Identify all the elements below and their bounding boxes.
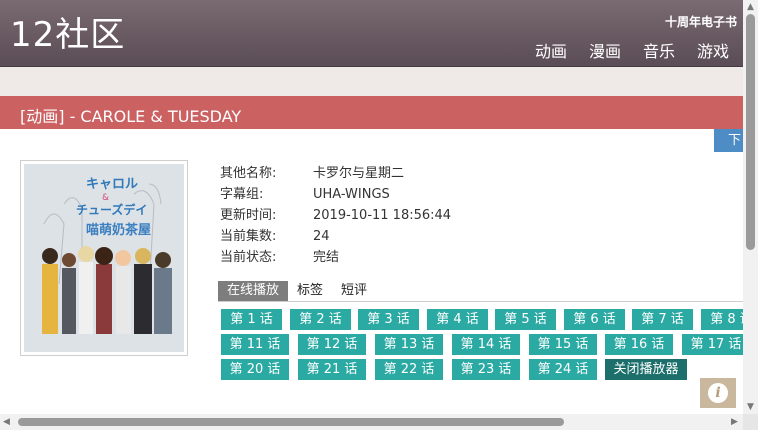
- info-icon: i: [708, 383, 728, 403]
- info-button[interactable]: i: [700, 378, 736, 408]
- detail-value: 2019-10-11 18:56:44: [313, 208, 452, 223]
- site-header: 12社区 十周年电子书 动画 漫画 音乐 游戏: [0, 0, 743, 67]
- detail-list: 其他名称: 卡罗尔与星期二 字幕组: UHA-WINGS 更新时间: 2019-…: [220, 163, 451, 268]
- detail-row: 其他名称: 卡罗尔与星期二: [220, 163, 451, 184]
- detail-label: 当前状态:: [220, 250, 277, 265]
- detail-value: 24: [313, 229, 330, 244]
- episode-button[interactable]: 第 4 话: [427, 309, 488, 330]
- detail-label: 当前集数:: [220, 229, 277, 244]
- tab-online-play[interactable]: 在线播放: [218, 281, 289, 301]
- detail-value: 完结: [313, 250, 340, 265]
- nav-manga[interactable]: 漫画: [589, 38, 621, 62]
- detail-value: UHA-WINGS: [313, 187, 390, 202]
- detail-label: 更新时间:: [220, 208, 277, 223]
- episode-list: 第 1 话 第 2 话 第 3 话 第 4 话 第 5 话 第 6 话 第 7 …: [221, 309, 743, 381]
- tab-reviews[interactable]: 短评: [332, 281, 376, 301]
- episode-button[interactable]: 第 8 话: [701, 309, 743, 330]
- episode-button[interactable]: 第 3 话: [358, 309, 419, 330]
- episode-button[interactable]: 第 1 话: [221, 309, 282, 330]
- detail-row: 更新时间: 2019-10-11 18:56:44: [220, 205, 451, 226]
- detail-label: 字幕组:: [220, 187, 264, 202]
- poster-title-line3: チューズデイ: [76, 202, 147, 217]
- download-button[interactable]: 下: [714, 129, 743, 152]
- scroll-right-arrow-icon[interactable]: ▶: [731, 417, 738, 427]
- nav-anime[interactable]: 动画: [535, 38, 567, 62]
- tab-tags[interactable]: 标签: [288, 281, 332, 301]
- episode-button[interactable]: 第 2 话: [290, 309, 351, 330]
- detail-row: 当前状态: 完结: [220, 247, 451, 268]
- episode-button[interactable]: 第 11 话: [221, 334, 289, 355]
- episode-button[interactable]: 第 12 话: [298, 334, 366, 355]
- vertical-scrollbar-thumb[interactable]: [746, 14, 755, 250]
- episode-button[interactable]: 第 5 话: [495, 309, 556, 330]
- episode-button[interactable]: 第 23 话: [452, 359, 520, 380]
- episode-button[interactable]: 第 7 话: [632, 309, 693, 330]
- episode-button[interactable]: 第 13 话: [375, 334, 443, 355]
- page-title-bar: [动画] - CAROLE & TUESDAY: [0, 96, 743, 129]
- header-band: [0, 67, 743, 96]
- main-nav: 动画 漫画 音乐 游戏: [535, 38, 729, 62]
- site-logo[interactable]: 12社区: [10, 14, 125, 56]
- detail-row: 字幕组: UHA-WINGS: [220, 184, 451, 205]
- poster-subtitle: 喵萌奶茶屋: [86, 222, 151, 238]
- episode-button[interactable]: 第 20 话: [221, 359, 289, 380]
- episode-button[interactable]: 第 6 话: [564, 309, 625, 330]
- detail-row: 当前集数: 24: [220, 226, 451, 247]
- poster-image: キャロル & チューズデイ 喵萌奶茶屋: [20, 160, 188, 356]
- scroll-left-arrow-icon[interactable]: ◀: [3, 417, 10, 427]
- poster-title-line2: &: [102, 193, 109, 203]
- episode-button[interactable]: 第 15 话: [529, 334, 597, 355]
- episode-button[interactable]: 第 16 话: [605, 334, 673, 355]
- nav-music[interactable]: 音乐: [643, 38, 675, 62]
- detail-value: 卡罗尔与星期二: [313, 166, 405, 181]
- episode-button[interactable]: 第 14 话: [452, 334, 520, 355]
- content-tabs: 在线播放 标签 短评: [218, 281, 743, 302]
- ebook-link[interactable]: 十周年电子书: [665, 13, 737, 30]
- horizontal-scrollbar-thumb[interactable]: [18, 418, 564, 426]
- scroll-up-arrow-icon[interactable]: ▲: [747, 2, 754, 12]
- scroll-down-arrow-icon[interactable]: ▼: [747, 402, 754, 412]
- nav-games[interactable]: 游戏: [697, 38, 729, 62]
- poster-title-line1: キャロル: [86, 177, 138, 192]
- episode-button[interactable]: 第 21 话: [298, 359, 366, 380]
- close-player-button[interactable]: 关闭播放器: [605, 359, 687, 380]
- page-title: [动画] - CAROLE & TUESDAY: [20, 107, 242, 126]
- episode-button[interactable]: 第 17 话: [682, 334, 743, 355]
- scrollbar-corner: [743, 414, 758, 430]
- detail-label: 其他名称:: [220, 166, 277, 181]
- episode-button[interactable]: 第 22 话: [375, 359, 443, 380]
- episode-button[interactable]: 第 24 话: [529, 359, 597, 380]
